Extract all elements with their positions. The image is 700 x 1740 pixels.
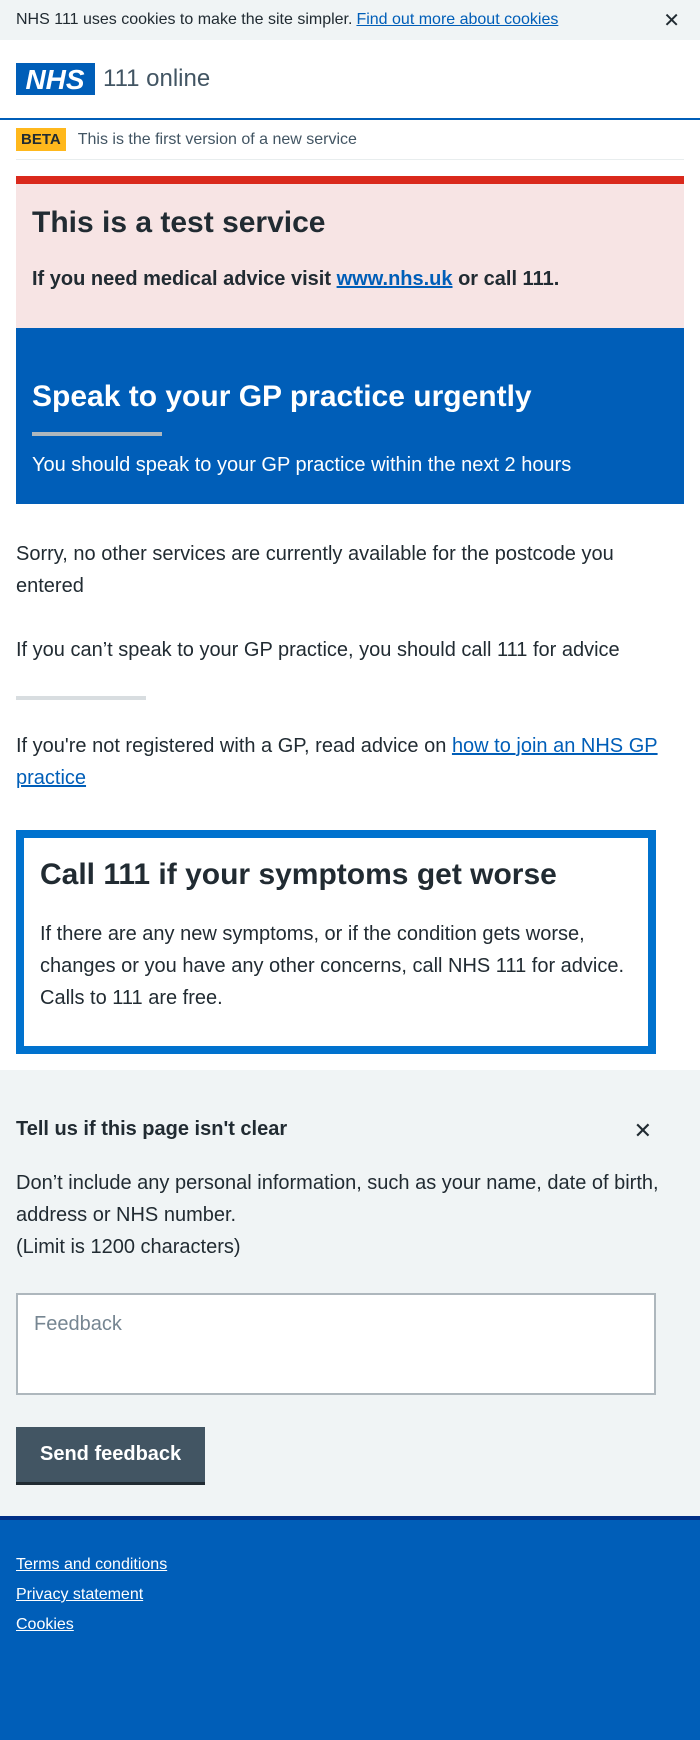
test-banner-text-before: If you need medical advice visit [32, 268, 332, 290]
cookie-banner-text: NHS 111 uses cookies to make the site si… [16, 11, 353, 28]
footer-link-privacy[interactable]: Privacy statement [16, 1586, 684, 1604]
beta-tag: BETA [16, 128, 66, 151]
close-icon[interactable]: ✕ [634, 1118, 652, 1144]
symptoms-worse-title: Call 111 if your symptoms get worse [40, 858, 557, 891]
test-banner-text: If you need medical advice visit www.nhs… [32, 268, 668, 291]
feedback-title: Tell us if this page isn't clear [16, 1118, 288, 1140]
nhs-website-link[interactable]: www.nhs.uk [337, 268, 453, 290]
test-service-banner: This is a test service If you need medic… [16, 176, 684, 328]
service-name[interactable]: 111 online [103, 65, 210, 93]
cookie-banner: NHS 111 uses cookies to make the site si… [0, 0, 700, 40]
site-header: NHS 111 online [0, 40, 700, 120]
footer-link-terms[interactable]: Terms and conditions [16, 1556, 684, 1574]
feedback-input[interactable] [16, 1293, 656, 1395]
page-title: Speak to your GP practice urgently [32, 380, 532, 413]
care-card-urgent: Speak to your GP practice urgently You s… [16, 328, 684, 504]
main-content: Sorry, no other services are currently a… [0, 538, 700, 794]
call-111-advice-text: If you can’t speak to your GP practice, … [16, 639, 620, 661]
symptoms-worse-text: If there are any new symptoms, or if the… [40, 923, 625, 1009]
care-card-text: You should speak to your GP practice wit… [32, 454, 572, 476]
gp-registration-text-before: If you're not registered with a GP, read… [16, 735, 447, 757]
care-card-divider [32, 432, 162, 436]
feedback-info-line1: Don’t include any personal information, … [16, 1172, 659, 1226]
footer-link-cookies[interactable]: Cookies [16, 1616, 684, 1634]
nhs-logo[interactable]: NHS [16, 63, 95, 95]
nhs-logo-icon: NHS [25, 65, 84, 93]
beta-banner: BETA This is the first version of a new … [16, 120, 684, 160]
beta-text: This is the first version of a new servi… [77, 130, 357, 148]
section-divider [16, 696, 146, 700]
gp-registration-text: If you're not registered with a GP, read… [16, 730, 684, 794]
feedback-section: Tell us if this page isn't clear ✕ Don’t… [0, 1070, 700, 1520]
send-feedback-button[interactable]: Send feedback [16, 1427, 206, 1485]
feedback-info: Don’t include any personal information, … [16, 1167, 684, 1263]
test-banner-text-after: or call 111. [458, 268, 560, 290]
site-footer: Terms and conditions Privacy statement C… [0, 1516, 700, 1740]
no-services-text: Sorry, no other services are currently a… [16, 543, 614, 597]
logo-text: NHS [25, 65, 84, 93]
feedback-limit-text: (Limit is 1200 characters) [16, 1236, 241, 1258]
cookie-info-link[interactable]: Find out more about cookies [356, 11, 558, 29]
close-icon[interactable]: ✕ [663, 8, 680, 33]
test-banner-title: This is a test service [32, 206, 326, 239]
symptoms-worse-card: Call 111 if your symptoms get worse If t… [16, 830, 656, 1054]
